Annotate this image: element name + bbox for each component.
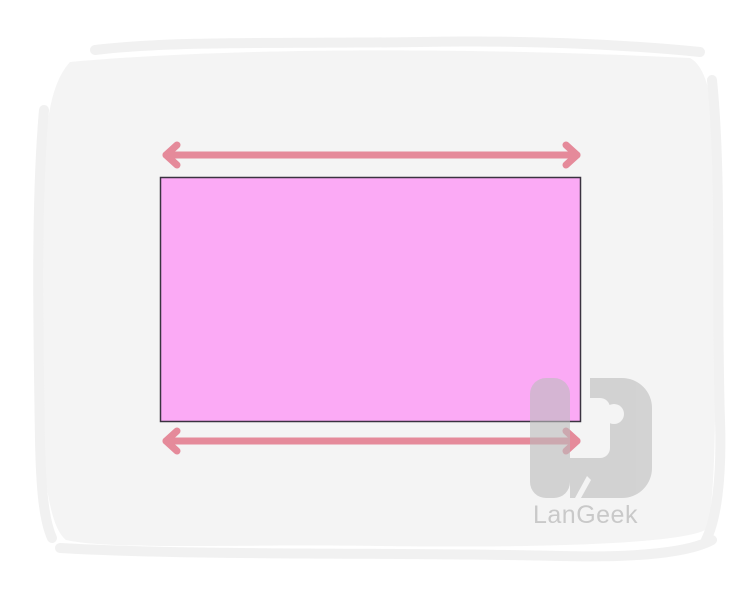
- illustration-canvas: LanGeek: [0, 0, 750, 600]
- logo-eye: [604, 404, 624, 424]
- watermark-brand-text: LanGeek: [533, 501, 638, 529]
- logo-left-bar: [530, 378, 570, 498]
- pink-rectangle: [159, 176, 582, 423]
